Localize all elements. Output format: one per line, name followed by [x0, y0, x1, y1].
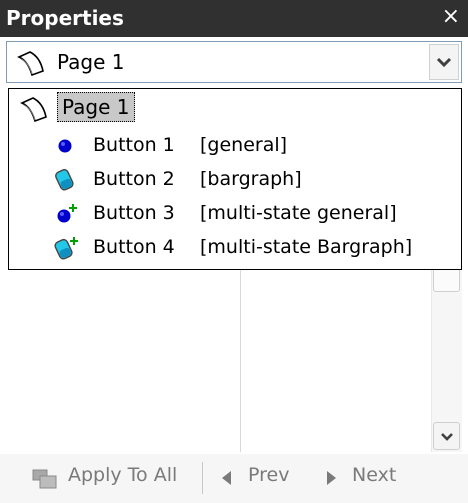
multi-state-dot-icon [57, 204, 77, 223]
close-icon[interactable]: × [442, 5, 460, 29]
arrow-right-icon [327, 471, 336, 485]
apply-to-all-icon [32, 469, 57, 489]
page-icon [20, 97, 47, 123]
tree-item-button-1[interactable]: Button 1 [general] [9, 129, 463, 163]
arrow-left-icon [222, 471, 231, 485]
tree-item-button-4[interactable]: Button 4 [multi-state Bargraph] [9, 231, 463, 265]
prev-label: Prev [248, 464, 290, 486]
scroll-down-button[interactable] [433, 422, 460, 450]
bottom-toolbar: Apply To All Prev Next [0, 454, 468, 503]
apply-to-all-label: Apply To All [68, 464, 178, 486]
title-bar: Properties × [0, 0, 468, 37]
toolbar-separator [202, 462, 203, 494]
tree-item-button-2[interactable]: Button 2 [bargraph] [9, 163, 463, 197]
tree-root-label: Page 1 [57, 92, 135, 122]
item-name: Button 3 [93, 202, 175, 224]
dropdown-tree-popup: Page 1 Button 1 [general] Button 2 [barg… [8, 88, 462, 270]
item-name: Button 2 [93, 168, 175, 190]
vertical-scrollbar[interactable] [431, 250, 462, 452]
blue-dot-icon [58, 139, 72, 153]
panel-title: Properties [6, 6, 124, 30]
item-type: [general] [200, 134, 288, 156]
item-type: [multi-state Bargraph] [200, 236, 413, 258]
tree-item-button-3[interactable]: Button 3 [multi-state general] [9, 197, 463, 231]
chevron-down-icon [436, 57, 452, 68]
item-name: Button 4 [93, 236, 175, 258]
item-type: [bargraph] [200, 168, 302, 190]
chevron-down-icon [441, 433, 453, 441]
item-name: Button 1 [93, 134, 175, 156]
page-icon [17, 51, 44, 77]
tree-root-page[interactable]: Page 1 [9, 89, 463, 129]
multi-state-bargraph-icon [54, 237, 78, 260]
selector-value: Page 1 [57, 50, 125, 74]
bargraph-icon [55, 169, 74, 191]
page-selector[interactable]: Page 1 [6, 41, 462, 83]
next-label: Next [352, 464, 397, 486]
dropdown-button[interactable] [429, 44, 459, 80]
grid-column-divider [240, 270, 241, 452]
item-type: [multi-state general] [200, 202, 397, 224]
